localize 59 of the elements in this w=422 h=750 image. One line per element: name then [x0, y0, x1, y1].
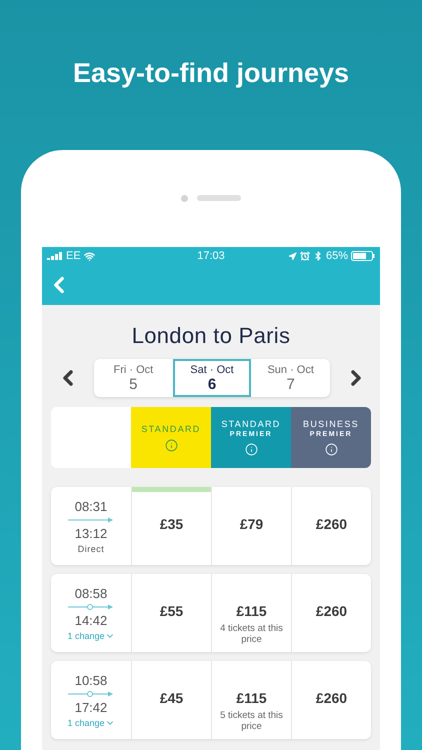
battery-icon — [351, 251, 375, 261]
fare-price: £260 — [316, 603, 348, 619]
fare-price: £79 — [240, 516, 264, 532]
changes-label: Direct — [78, 544, 104, 554]
fare-cell[interactable]: £79 — [211, 487, 291, 565]
location-icon — [288, 252, 297, 260]
day-label: Sat · Oct — [190, 364, 234, 376]
battery-percent: 65% — [326, 250, 348, 262]
departure-time: 08:31 — [74, 498, 108, 514]
departure-time: 08:58 — [74, 586, 108, 600]
fare-cell[interactable]: £260 — [291, 487, 371, 565]
class-name: BUSINESS — [303, 419, 359, 429]
fare-price: £35 — [160, 516, 184, 532]
fare-price: £260 — [316, 516, 348, 532]
fare-cell[interactable]: £260 — [291, 574, 371, 652]
camera-dot — [181, 194, 188, 202]
class-name: STANDARD — [141, 424, 201, 434]
date-number: 5 — [129, 376, 138, 392]
route-arrow-icon — [68, 516, 114, 524]
fare-cell[interactable]: £55 — [131, 574, 211, 652]
date-number: 7 — [286, 376, 295, 392]
arrival-time: 14:42 — [74, 612, 108, 628]
fare-cell[interactable]: £260 — [291, 661, 371, 739]
tickets-note: 4 tickets at this price — [219, 624, 284, 646]
fare-price: £260 — [316, 690, 348, 706]
alarm-icon — [300, 251, 310, 261]
fare-cell[interactable]: £45 — [131, 661, 211, 739]
fare-price: £115 — [236, 690, 267, 706]
departure-time: 10:58 — [74, 672, 108, 688]
bluetooth-icon — [312, 251, 323, 261]
wifi-icon — [84, 250, 95, 262]
journey-card[interactable]: 10:58 17:42 1 change £45 £115 5 tickets at this price £260 — [51, 661, 371, 739]
fare-price: £115 — [236, 603, 267, 619]
day-label: Fri · Oct — [113, 364, 154, 376]
fare-cell[interactable]: £35 — [131, 487, 211, 565]
route-arrow-icon — [68, 690, 114, 698]
carrier-label: EE — [66, 250, 81, 262]
tickets-note: 5 tickets at this price — [219, 711, 284, 733]
day-label: Sun · Oct — [267, 364, 314, 376]
fare-cell[interactable]: £115 4 tickets at this price — [211, 574, 291, 652]
date-tab[interactable]: Fri · Oct 5 — [94, 359, 173, 397]
journey-card[interactable]: 08:31 13:12 Direct £35 £79 £260 — [51, 487, 371, 565]
info-icon[interactable] — [164, 438, 178, 452]
arrival-time: 17:42 — [74, 700, 108, 714]
fare-cell[interactable]: £115 5 tickets at this price — [211, 661, 291, 739]
headline: Easy-to-find journeys — [72, 58, 350, 90]
signal-icon — [47, 252, 63, 260]
route-arrow-icon — [68, 602, 114, 610]
route-title: London to Paris — [130, 323, 292, 349]
arrival-time: 13:12 — [74, 526, 108, 540]
clock-time: 17:03 — [197, 250, 225, 262]
class-name: STANDARD — [221, 419, 281, 429]
fare-price: £45 — [160, 690, 184, 706]
journey-card[interactable]: 08:58 14:42 1 change £55 £115 4 tickets at this price £260 — [51, 574, 371, 652]
date-tab[interactable]: Sun · Oct 7 — [251, 359, 330, 397]
speaker-grille — [197, 195, 241, 201]
fare-price: £55 — [160, 603, 184, 619]
date-tab[interactable]: Sat · Oct 6 — [172, 359, 252, 397]
date-number: 6 — [208, 376, 216, 392]
